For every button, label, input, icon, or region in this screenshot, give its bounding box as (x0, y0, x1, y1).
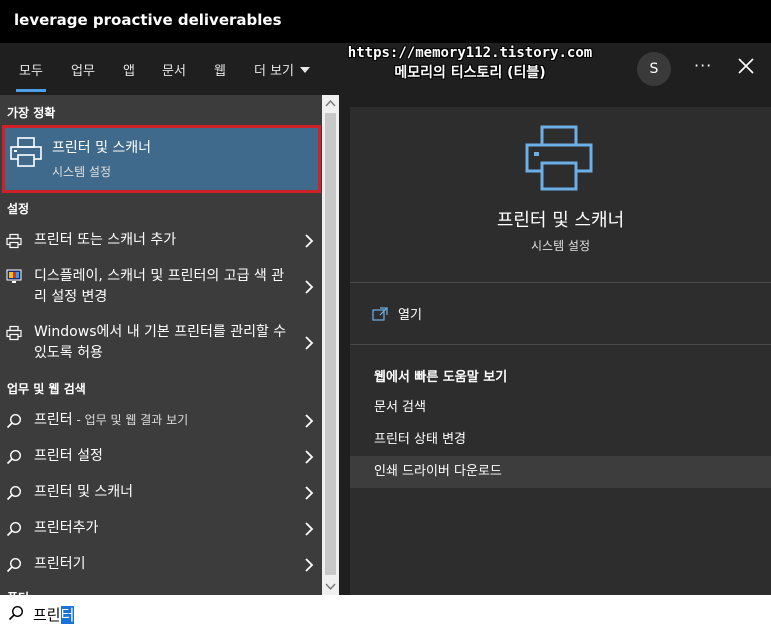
settings-item-label: Windows에서 내 기본 프린터를 관리할 수 있도록 허용 (34, 324, 287, 361)
tab-more[interactable]: 더 보기 (254, 60, 311, 79)
settings-item-add-printer[interactable]: 프린터 또는 스캐너 추가 (0, 229, 322, 253)
settings-item-default-printer[interactable]: Windows에서 내 기본 프린터를 관리할 수 있도록 허용 (0, 321, 322, 365)
scrollbar-thumb[interactable] (325, 113, 336, 575)
chevron-right-icon (305, 414, 314, 428)
search-box[interactable]: 프린터 (0, 595, 771, 630)
chevron-right-icon (305, 486, 314, 500)
display-color-icon (6, 269, 22, 283)
best-match-item[interactable]: 프린터 및 스캐너 시스템 설정 (2, 125, 321, 193)
more-options-icon[interactable]: ··· (694, 56, 712, 75)
best-match-title: 프린터 및 스캐너 (52, 140, 152, 156)
tab-more-label: 더 보기 (254, 64, 295, 79)
open-label: 열기 (398, 308, 422, 323)
printer-icon (10, 137, 42, 167)
web-search-item[interactable]: 프린터 및 스캐너 (0, 481, 322, 505)
tab-all[interactable]: 모두 (16, 60, 46, 92)
web-help-heading: 웹에서 빠른 도움말 보기 (374, 370, 508, 385)
best-match-heading: 가장 정확 (7, 106, 56, 120)
tab-documents[interactable]: 문서 (162, 60, 186, 79)
web-search-label: 프린터 - 업무 및 웹 결과 보기 (34, 410, 294, 431)
web-search-heading: 업무 및 웹 검색 (7, 382, 86, 396)
web-help-link[interactable]: 문서 검색 (350, 392, 771, 424)
web-search-query: 프린터 (34, 412, 73, 428)
divider (350, 344, 771, 345)
web-search-query: 프린터추가 (34, 520, 99, 536)
web-search-query: 프린터 설정 (34, 448, 103, 464)
tab-bar: 모두 업무 앱 문서 웹 더 보기 https://memory112.tist… (0, 43, 771, 95)
search-icon (6, 485, 22, 501)
title-bar: leverage proactive deliverables (0, 0, 771, 43)
chevron-right-icon (305, 522, 314, 536)
web-search-query: 프린터 및 스캐너 (34, 484, 134, 500)
chevron-right-icon (305, 280, 314, 294)
search-icon (6, 449, 22, 465)
best-match-subtitle: 시스템 설정 (52, 165, 112, 179)
web-search-item[interactable]: 프린터 설정 (0, 445, 322, 469)
close-icon[interactable] (736, 56, 756, 76)
tab-work[interactable]: 업무 (71, 60, 95, 79)
printer-icon (6, 233, 22, 249)
open-button[interactable]: 열기 (372, 304, 422, 323)
settings-item-label: 프린터 또는 스캐너 추가 (34, 232, 177, 248)
web-search-item[interactable]: 프린터 - 업무 및 웹 결과 보기 (0, 409, 322, 433)
results-list: 가장 정확 프린터 및 스캐너 시스템 설정 설정 프린터 또는 스캐너 추가 … (0, 95, 322, 595)
preview-pane: 프린터 및 스캐너 시스템 설정 열기 웹에서 빠른 도움말 보기 문서 검색 … (350, 107, 771, 595)
chevron-right-icon (305, 234, 314, 248)
settings-heading: 설정 (7, 202, 30, 216)
scroll-down-icon[interactable] (325, 582, 336, 592)
search-typed-text: 프린 (33, 606, 61, 624)
search-input[interactable]: 프린터 (33, 604, 75, 625)
settings-item-color-management[interactable]: 디스플레이, 스캐너 및 프린터의 고급 색 관리 설정 변경 (0, 265, 322, 309)
tab-apps[interactable]: 앱 (123, 60, 135, 79)
scroll-up-icon[interactable] (325, 98, 336, 108)
divider (350, 282, 771, 283)
web-search-query: 프린터기 (34, 556, 86, 572)
web-help-link[interactable]: 프린터 상태 변경 (350, 424, 771, 456)
printer-icon (525, 125, 593, 191)
web-search-item[interactable]: 프린터기 (0, 553, 322, 577)
chevron-right-icon (305, 450, 314, 464)
results-scrollbar[interactable] (322, 95, 339, 595)
chevron-right-icon (305, 336, 314, 350)
preview-subtitle: 시스템 설정 (530, 239, 590, 253)
preview-title: 프린터 및 스캐너 (496, 210, 625, 231)
web-search-suffix: - 업무 및 웹 결과 보기 (72, 413, 189, 427)
search-icon (6, 521, 22, 537)
search-icon (6, 557, 22, 573)
web-help-link[interactable]: 인쇄 드라이버 다운로드 (350, 456, 771, 488)
watermark-url: https://memory112.tistory.com (347, 45, 593, 61)
search-icon (8, 605, 24, 621)
search-selected-text: 터 (60, 606, 75, 624)
chevron-right-icon (305, 558, 314, 572)
open-external-icon (372, 307, 388, 321)
chevron-down-icon (300, 67, 311, 73)
watermark: https://memory112.tistory.com 메모리의 티스토리 … (340, 43, 600, 83)
watermark-name: 메모리의 티스토리 (티블) (394, 65, 546, 81)
settings-item-label: 디스플레이, 스캐너 및 프린터의 고급 색 관리 설정 변경 (34, 268, 285, 305)
tab-web[interactable]: 웹 (214, 60, 226, 79)
avatar[interactable]: S (637, 52, 671, 86)
printer-icon (6, 325, 22, 341)
web-search-item[interactable]: 프린터추가 (0, 517, 322, 541)
search-icon (6, 413, 22, 429)
window-title: leverage proactive deliverables (14, 11, 282, 29)
